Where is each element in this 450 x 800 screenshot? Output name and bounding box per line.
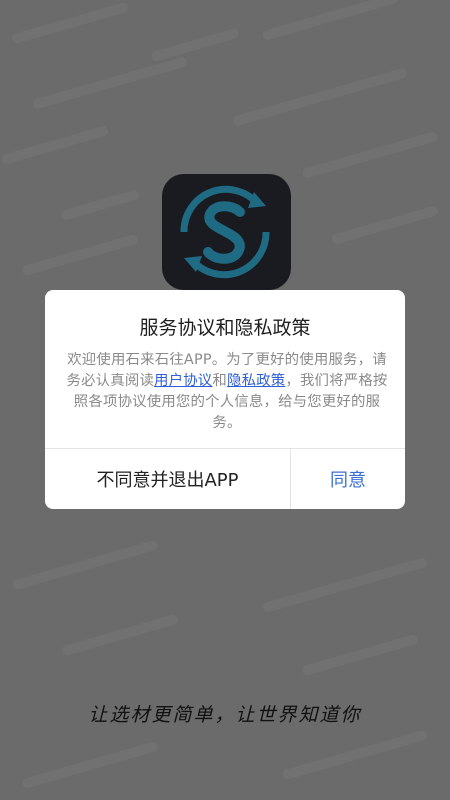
app-logo-icon [162, 174, 291, 290]
privacy-policy-link[interactable]: 隐私政策 [227, 373, 285, 389]
agree-button[interactable]: 同意 [291, 449, 405, 509]
dialog-footer: 不同意并退出APP 同意 [45, 448, 405, 509]
dialog-body-and: 和 [212, 373, 227, 389]
dialog-title: 服务协议和隐私政策 [139, 317, 311, 339]
disagree-exit-button[interactable]: 不同意并退出APP [45, 449, 291, 509]
privacy-dialog: 服务协议和隐私政策 欢迎使用石来石往APP。为了更好的使用服务，请务必认真阅读用… [45, 290, 405, 509]
slogan: 让选材更简单，让世界知道你 [88, 704, 362, 726]
dialog-body: 欢迎使用石来石往APP。为了更好的使用服务，请务必认真阅读用户协议和隐私政策，我… [63, 350, 391, 434]
user-agreement-link[interactable]: 用户协议 [154, 373, 212, 389]
